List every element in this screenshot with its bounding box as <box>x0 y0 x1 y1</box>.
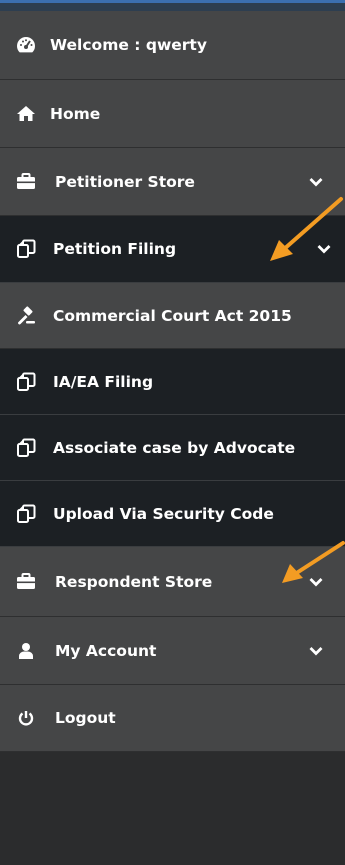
sidebar-item-label: Upload Via Security Code <box>53 504 274 523</box>
sidebar-item-label: My Account <box>55 641 157 660</box>
copy-icon <box>15 437 37 459</box>
sidebar-item-home[interactable]: Home <box>0 80 345 148</box>
briefcase-icon <box>15 171 37 193</box>
sidebar-item-petition-filing[interactable]: Petition Filing <box>0 216 345 283</box>
copy-icon <box>15 371 37 393</box>
sidebar-item-ia-ea-filing[interactable]: IA/EA Filing <box>0 349 345 415</box>
sidebar-item-associate-case[interactable]: Associate case by Advocate <box>0 415 345 481</box>
sidebar-item-commercial-court[interactable]: Commercial Court Act 2015 <box>0 283 345 349</box>
sidebar-item-label: IA/EA Filing <box>53 372 154 391</box>
sidebar-item-logout[interactable]: Logout <box>0 685 345 752</box>
sidebar-item-welcome[interactable]: Welcome : qwerty <box>0 11 345 80</box>
user-icon <box>15 640 37 662</box>
briefcase-icon <box>15 571 37 593</box>
sidebar-item-label: Welcome : qwerty <box>50 36 207 54</box>
sidebar-item-upload-security-code[interactable]: Upload Via Security Code <box>0 481 345 547</box>
sidebar-item-respondent-store[interactable]: Respondent Store <box>0 547 345 617</box>
chevron-down-icon[interactable] <box>309 175 323 189</box>
sidebar-item-my-account[interactable]: My Account <box>0 617 345 685</box>
sidebar-item-label: Commercial Court Act 2015 <box>53 306 292 325</box>
sidebar-item-label: Logout <box>55 709 116 727</box>
power-icon <box>15 707 37 729</box>
sidebar-item-label: Associate case by Advocate <box>53 438 296 457</box>
copy-icon <box>15 503 37 525</box>
home-icon <box>15 103 37 125</box>
dashboard-icon <box>15 34 37 56</box>
gavel-icon <box>15 305 37 327</box>
sidebar-item-label: Petitioner Store <box>55 172 195 191</box>
sidebar-item-petitioner-store[interactable]: Petitioner Store <box>0 148 345 216</box>
sidebar-item-label: Petition Filing <box>53 240 177 258</box>
sidebar-empty-area <box>0 752 345 865</box>
chevron-down-icon[interactable] <box>317 242 331 256</box>
top-accent-line <box>0 0 345 3</box>
copy-icon <box>15 238 37 260</box>
chevron-down-icon[interactable] <box>309 644 323 658</box>
sidebar-item-label: Home <box>50 104 101 123</box>
sidebar-item-label: Respondent Store <box>55 572 213 591</box>
chevron-down-icon[interactable] <box>309 575 323 589</box>
top-bar <box>0 0 345 11</box>
